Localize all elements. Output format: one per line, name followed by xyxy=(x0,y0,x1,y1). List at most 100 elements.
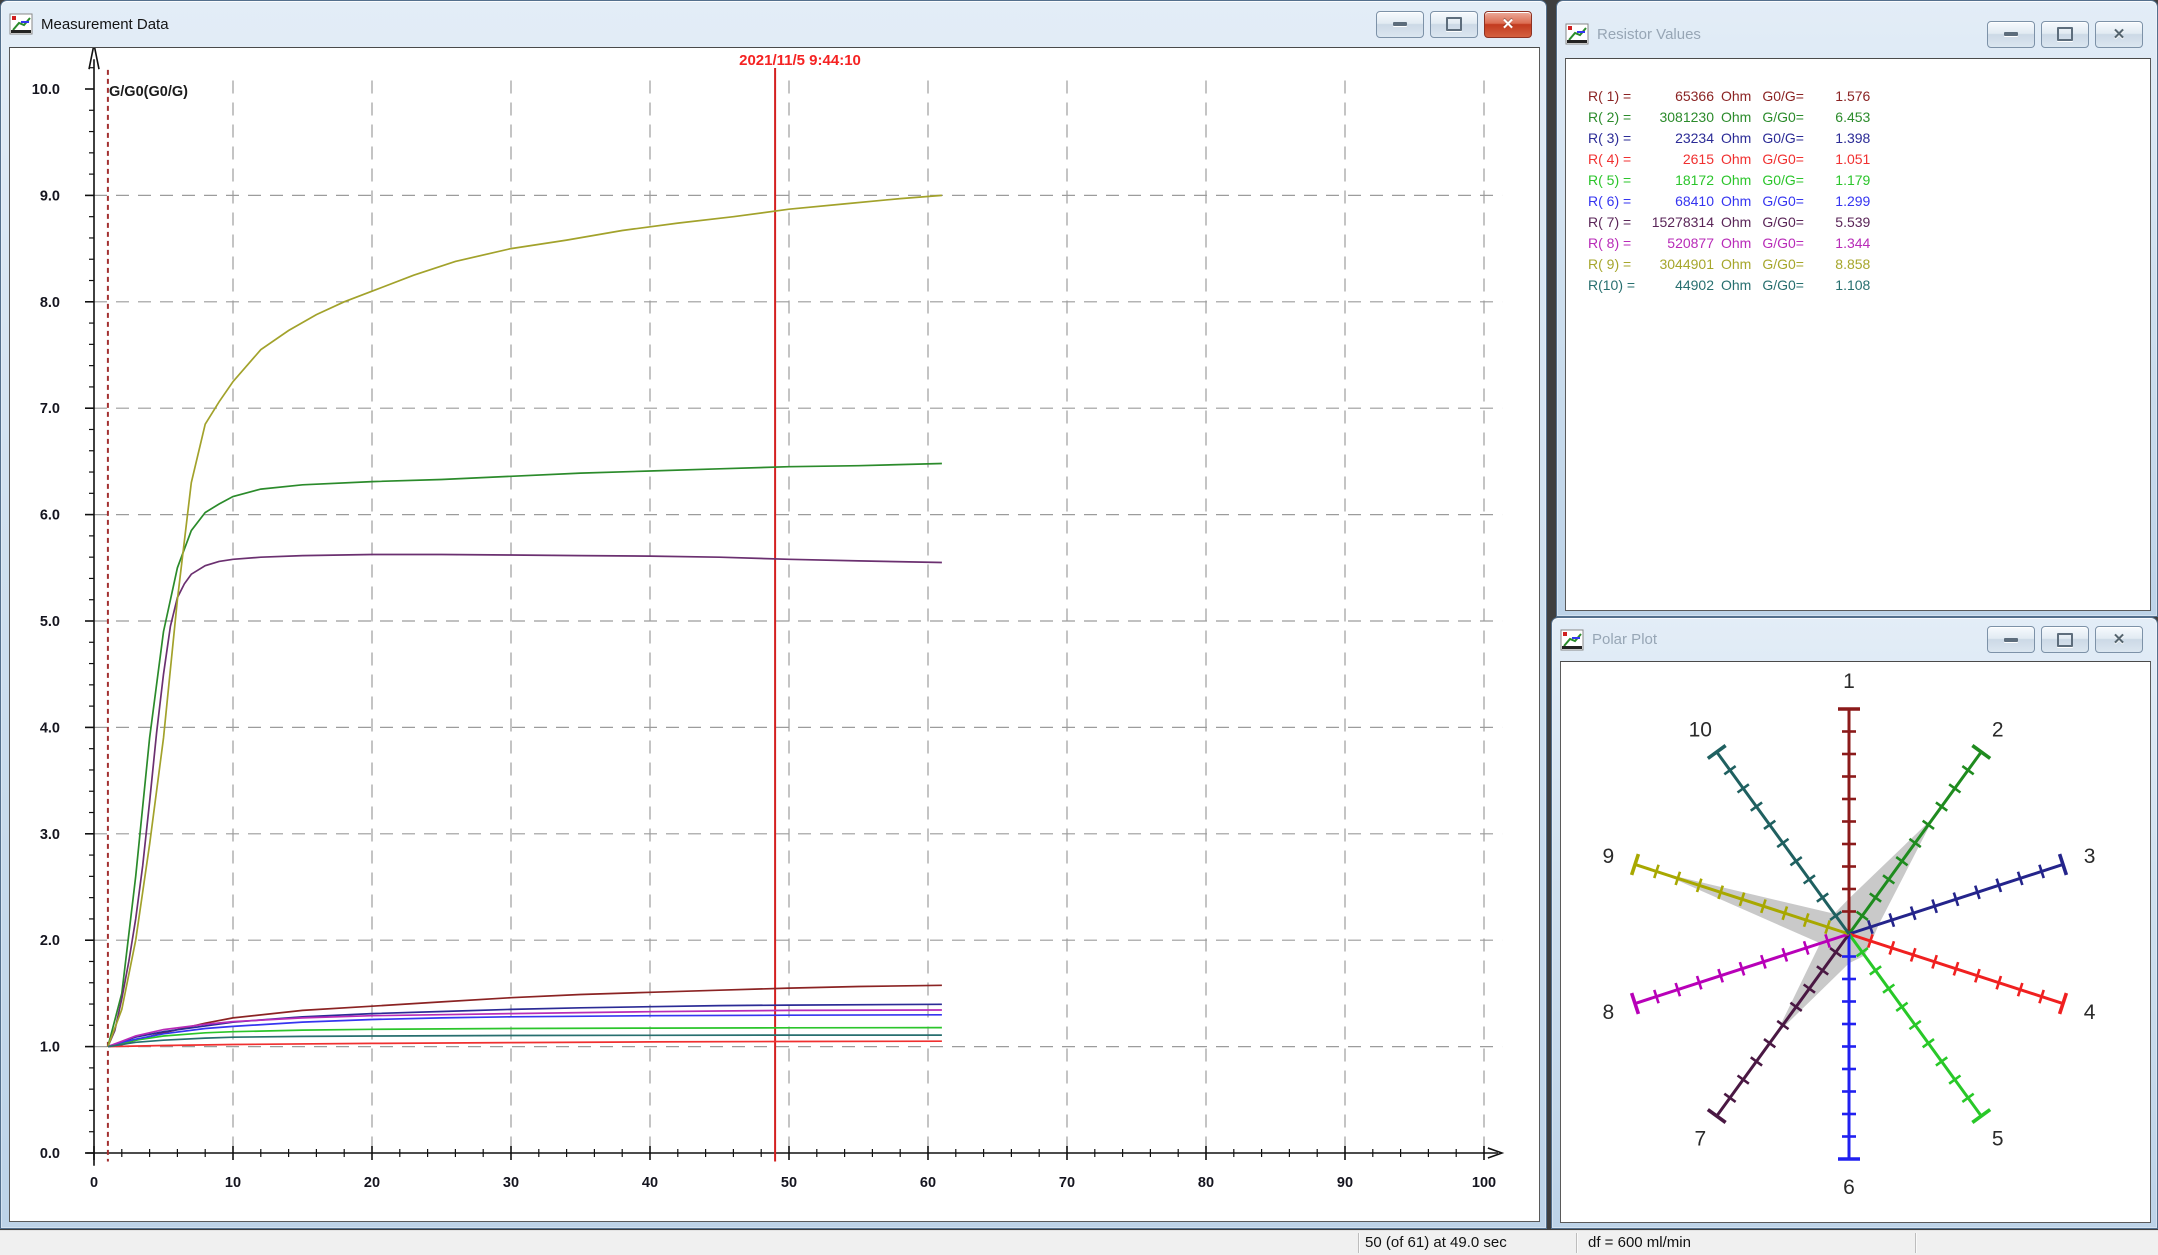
polar-axis-7 xyxy=(1708,934,1849,1122)
resistor-ratlabel: G/G0= xyxy=(1751,214,1812,230)
svg-text:2.0: 2.0 xyxy=(40,933,60,949)
resistor-rlabel: R( 1) = xyxy=(1588,88,1638,104)
measurement-chart-canvas[interactable]: G/G0(G0/G) 0.01.02.03.04.05.06.07.08.09.… xyxy=(10,48,1539,1221)
resistor-list: R( 1) =65366OhmG0/G=1.576R( 2) =3081230O… xyxy=(1566,59,2150,295)
svg-text:40: 40 xyxy=(642,1175,658,1191)
resistor-rlabel: R( 4) = xyxy=(1588,151,1638,167)
resistor-row: R( 9) =3044901OhmG/G0=8.858 xyxy=(1588,253,2150,274)
resistor-rlabel: R( 7) = xyxy=(1588,214,1638,230)
resistors-titlebar[interactable]: Resistor Values ✕ xyxy=(1557,1,2157,57)
maximize-button[interactable] xyxy=(2041,21,2089,48)
maximize-button[interactable] xyxy=(1430,11,1478,38)
window-title: Measurement Data xyxy=(41,16,169,33)
measurement-chart-area[interactable]: G/G0(G0/G) 0.01.02.03.04.05.06.07.08.09.… xyxy=(9,47,1540,1222)
resistor-row: R( 8) =520877OhmG/G0=1.344 xyxy=(1588,232,2150,253)
svg-text:0.0: 0.0 xyxy=(40,1146,60,1162)
y-axis-title: G/G0(G0/G) xyxy=(109,84,188,100)
resistor-rvalue: 2615 xyxy=(1638,151,1714,167)
svg-text:60: 60 xyxy=(920,1175,936,1191)
polar-plot-canvas[interactable]: 12345678910 xyxy=(1561,662,2150,1222)
svg-text:9.0: 9.0 xyxy=(40,188,60,204)
resistor-row: R(10) =44902OhmG/G0=1.108 xyxy=(1588,274,2150,295)
series-R4 xyxy=(108,1041,942,1046)
resistor-row: R( 2) =3081230OhmG/G0=6.453 xyxy=(1588,106,2150,127)
minimize-button[interactable] xyxy=(1376,11,1424,38)
polar-titlebar[interactable]: Polar Plot ✕ xyxy=(1552,618,2157,661)
minimize-button[interactable] xyxy=(1987,626,2035,653)
resistor-ratlabel: G/G0= xyxy=(1751,151,1812,167)
resistor-ratvalue: 1.108 xyxy=(1812,277,1870,293)
svg-text:5.0: 5.0 xyxy=(40,614,60,630)
measurement-titlebar[interactable]: Measurement Data ✕ xyxy=(1,1,1546,47)
svg-text:6.0: 6.0 xyxy=(40,508,60,524)
resistor-ratlabel: G0/G= xyxy=(1751,88,1812,104)
resistor-rlabel: R( 2) = xyxy=(1588,109,1638,125)
resistor-runit: Ohm xyxy=(1714,172,1751,188)
resistor-runit: Ohm xyxy=(1714,214,1751,230)
svg-text:70: 70 xyxy=(1059,1175,1075,1191)
mini-chart-icon xyxy=(1560,629,1584,651)
resistor-ratlabel: G0/G= xyxy=(1751,172,1812,188)
resistor-rvalue: 23234 xyxy=(1638,130,1714,146)
maximize-button[interactable] xyxy=(2041,626,2089,653)
resistor-runit: Ohm xyxy=(1714,277,1751,293)
mini-chart-icon xyxy=(1565,23,1589,45)
resistor-rvalue: 15278314 xyxy=(1638,214,1714,230)
resistor-ratlabel: G/G0= xyxy=(1751,193,1812,209)
resistor-rlabel: R( 6) = xyxy=(1588,193,1638,209)
window-controls: ✕ xyxy=(1987,21,2143,48)
maximize-icon xyxy=(2057,633,2073,647)
polar-plot-window: Polar Plot ✕ 12345678910 xyxy=(1551,617,2158,1229)
resistor-runit: Ohm xyxy=(1714,256,1751,272)
minimize-button[interactable] xyxy=(1987,21,2035,48)
polar-plot-area[interactable]: 12345678910 xyxy=(1560,661,2151,1223)
status-divider xyxy=(1358,1233,1360,1253)
resistor-row: R( 3) =23234OhmG0/G=1.398 xyxy=(1588,127,2150,148)
svg-text:4.0: 4.0 xyxy=(40,720,60,736)
polar-axis-label-6: 6 xyxy=(1843,1176,1855,1199)
resistor-runit: Ohm xyxy=(1714,109,1751,125)
mini-chart-icon xyxy=(9,13,33,35)
minimize-icon xyxy=(2004,638,2018,642)
polar-axis-4 xyxy=(1849,934,2066,1014)
polar-axis-label-10: 10 xyxy=(1689,718,1712,741)
svg-text:7.0: 7.0 xyxy=(40,401,60,417)
svg-text:20: 20 xyxy=(364,1175,380,1191)
resistor-ratlabel: G/G0= xyxy=(1751,109,1812,125)
polar-axis-label-1: 1 xyxy=(1843,670,1855,693)
polar-axis-5 xyxy=(1849,934,1990,1122)
resistor-ratlabel: G0/G= xyxy=(1751,130,1812,146)
close-icon: ✕ xyxy=(2113,27,2126,42)
polar-axis-label-3: 3 xyxy=(2084,845,2096,868)
polar-axis-label-7: 7 xyxy=(1694,1128,1706,1151)
resistor-ratvalue: 5.539 xyxy=(1812,214,1870,230)
polar-axis-label-4: 4 xyxy=(2084,1001,2096,1024)
resistor-runit: Ohm xyxy=(1714,193,1751,209)
window-title: Resistor Values xyxy=(1597,26,1701,43)
svg-text:30: 30 xyxy=(503,1175,519,1191)
resistor-rvalue: 520877 xyxy=(1638,235,1714,251)
svg-text:80: 80 xyxy=(1198,1175,1214,1191)
maximize-icon xyxy=(2057,27,2073,41)
resistor-values-window: Resistor Values ✕ R( 1) =65366OhmG0/G=1.… xyxy=(1556,0,2158,617)
resistor-row: R( 7) =15278314OhmG/G0=5.539 xyxy=(1588,211,2150,232)
grid-lines xyxy=(94,80,1502,1150)
polar-axis-label-8: 8 xyxy=(1603,1001,1615,1024)
axes xyxy=(85,48,1502,1166)
svg-text:10.0: 10.0 xyxy=(32,82,60,98)
cursor-timestamp-label: 2021/11/5 9:44:10 xyxy=(710,52,890,69)
svg-text:3.0: 3.0 xyxy=(40,827,60,843)
minimize-icon xyxy=(2004,32,2018,36)
window-title: Polar Plot xyxy=(1592,631,1657,648)
svg-text:0: 0 xyxy=(90,1175,98,1191)
polar-axis-label-5: 5 xyxy=(1992,1128,2004,1151)
svg-text:100: 100 xyxy=(1472,1175,1496,1191)
resistor-rvalue: 3081230 xyxy=(1638,109,1714,125)
close-button[interactable]: ✕ xyxy=(2095,21,2143,48)
resistor-ratlabel: G/G0= xyxy=(1751,235,1812,251)
close-button[interactable]: ✕ xyxy=(2095,626,2143,653)
resistor-rlabel: R( 5) = xyxy=(1588,172,1638,188)
resistor-rvalue: 18172 xyxy=(1638,172,1714,188)
close-button[interactable]: ✕ xyxy=(1484,11,1532,38)
status-bar: 50 (of 61) at 49.0 sec df = 600 ml/min xyxy=(0,1230,2158,1255)
